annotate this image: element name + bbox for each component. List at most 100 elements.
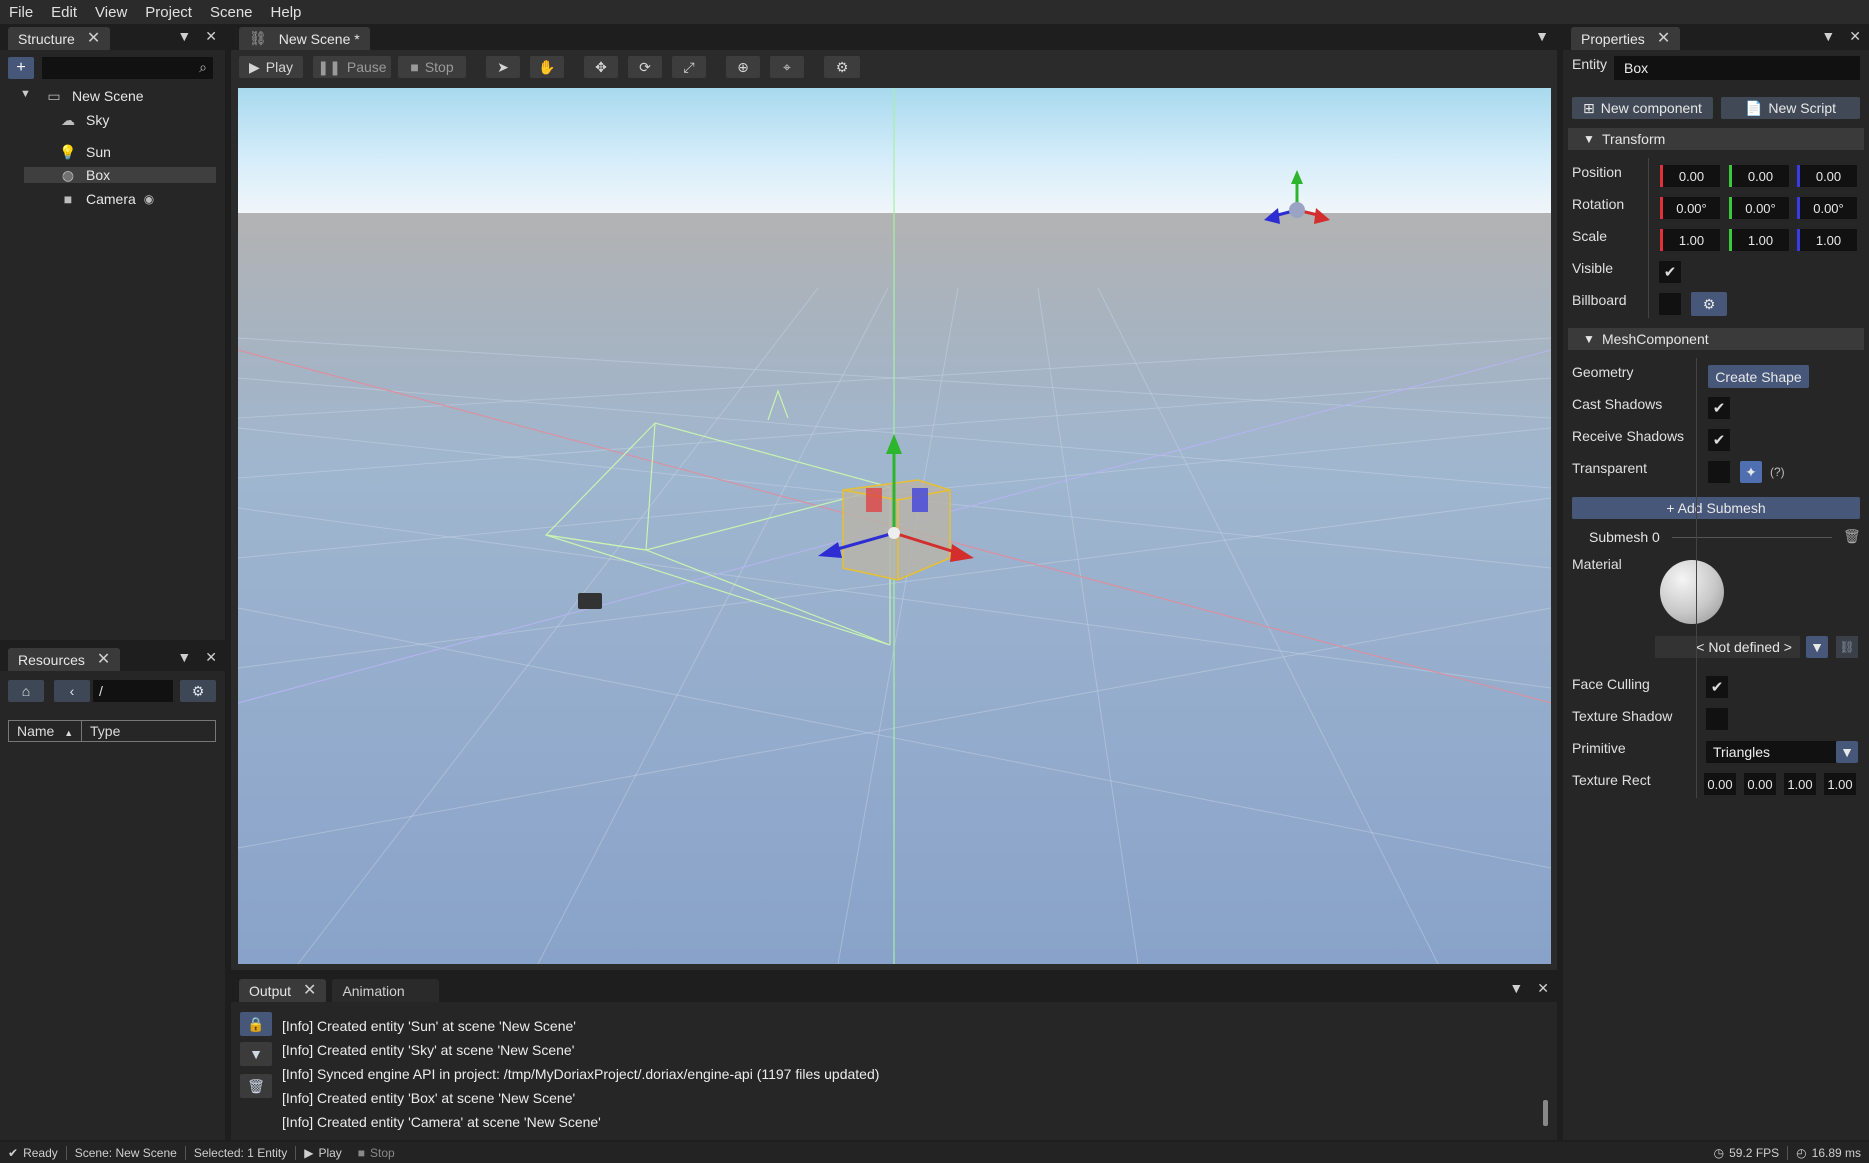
close-icon[interactable]: ✕: [97, 651, 110, 668]
panel-menu-icon[interactable]: ▼: [1509, 980, 1523, 997]
primitive-dropdown-button[interactable]: ▼: [1836, 741, 1858, 763]
stop-button[interactable]: ■ Stop: [398, 56, 466, 78]
tree-expand-icon[interactable]: ▼: [20, 88, 31, 100]
scale-y-input[interactable]: 1.00: [1729, 229, 1789, 251]
rotation-y-input[interactable]: 0.00°: [1729, 197, 1789, 219]
unlink-material-icon[interactable]: ⛓: [1836, 636, 1858, 658]
texture-rect-y-input[interactable]: 0.00: [1744, 773, 1776, 795]
scene-settings-button[interactable]: ⚙: [824, 56, 860, 78]
clear-output-button[interactable]: 🗑: [240, 1074, 272, 1098]
close-icon[interactable]: ✕: [303, 982, 316, 999]
tab-animation[interactable]: Animation: [332, 979, 439, 1002]
output-scrollbar[interactable]: [1543, 1100, 1548, 1126]
tree-item-new-scene[interactable]: ▭ New Scene: [44, 87, 143, 105]
panel-menu-icon[interactable]: ▼: [177, 28, 191, 45]
texture-shadow-checkbox[interactable]: [1706, 708, 1728, 730]
primitive-select[interactable]: Triangles: [1706, 741, 1836, 763]
menu-view[interactable]: View: [86, 4, 136, 21]
close-icon[interactable]: ✕: [205, 28, 217, 45]
tab-new-scene[interactable]: ⛓ New Scene *: [239, 27, 370, 50]
menu-edit[interactable]: Edit: [42, 4, 86, 21]
texture-rect-x-input[interactable]: 0.00: [1704, 773, 1736, 795]
status-play-button[interactable]: ▶ Play: [296, 1146, 350, 1160]
tree-item-label: Sun: [86, 144, 111, 160]
help-icon[interactable]: (?): [1770, 465, 1785, 479]
pause-button[interactable]: ❚❚ Pause: [313, 56, 391, 78]
tree-item-camera[interactable]: ■ Camera ◉: [58, 190, 155, 208]
stop-icon: ■: [357, 1145, 366, 1160]
close-icon[interactable]: ✕: [1849, 28, 1861, 45]
new-component-button[interactable]: ⊞ New component: [1572, 97, 1713, 119]
back-button[interactable]: ‹: [54, 680, 90, 702]
auto-transparent-button[interactable]: ✦: [1740, 461, 1762, 483]
home-button[interactable]: ⌂: [8, 680, 44, 702]
rotation-x-input[interactable]: 0.00°: [1660, 197, 1720, 219]
add-submesh-button[interactable]: + Add Submesh: [1572, 497, 1860, 519]
status-frame-time: ◴ 16.89 ms: [1796, 1145, 1861, 1160]
visible-checkbox[interactable]: ✔: [1659, 261, 1681, 283]
panel-menu-icon[interactable]: ▼: [1821, 28, 1835, 45]
close-icon[interactable]: ✕: [205, 649, 217, 666]
resources-settings-button[interactable]: ⚙: [180, 680, 216, 702]
menu-scene[interactable]: Scene: [201, 4, 262, 21]
mesh-section-header[interactable]: ▼ MeshComponent: [1568, 328, 1864, 350]
tree-item-box[interactable]: ◍ Box: [58, 166, 110, 184]
filter-output-button[interactable]: ▼: [240, 1042, 272, 1066]
global-space-button[interactable]: ⊕: [726, 56, 760, 78]
menu-help[interactable]: Help: [262, 4, 311, 21]
transform-section-header[interactable]: ▼ Transform: [1568, 128, 1864, 150]
scale-tool-button[interactable]: ⤢: [672, 56, 706, 78]
cloud-icon: ☁: [61, 111, 75, 128]
texture-rect-w-input[interactable]: 1.00: [1784, 773, 1816, 795]
move-tool-button[interactable]: ✥: [584, 56, 618, 78]
texture-rect-label: Texture Rect: [1572, 772, 1651, 788]
cast-shadows-checkbox[interactable]: ✔: [1708, 397, 1730, 419]
tree-item-sky[interactable]: ☁ Sky: [58, 111, 109, 129]
scale-x-input[interactable]: 1.00: [1660, 229, 1720, 251]
add-entity-button[interactable]: +: [8, 57, 34, 79]
tab-output[interactable]: Output ✕: [239, 979, 327, 1002]
close-icon[interactable]: ✕: [1657, 30, 1670, 47]
tab-structure-label: Structure: [18, 30, 75, 47]
create-shape-button[interactable]: Create Shape: [1708, 365, 1809, 388]
close-icon[interactable]: ✕: [1537, 980, 1549, 997]
menu-file[interactable]: File: [0, 4, 42, 21]
structure-search-input[interactable]: ⌕: [42, 57, 213, 79]
texture-rect-h-input[interactable]: 1.00: [1824, 773, 1856, 795]
material-dropdown-button[interactable]: ▼: [1806, 636, 1828, 658]
position-z-input[interactable]: 0.00: [1797, 165, 1857, 187]
tab-properties[interactable]: Properties ✕: [1571, 27, 1681, 50]
rotation-z-input[interactable]: 0.00°: [1797, 197, 1857, 219]
panel-menu-icon[interactable]: ▼: [177, 649, 191, 666]
position-x-input[interactable]: 0.00: [1660, 165, 1720, 187]
billboard-checkbox[interactable]: [1659, 293, 1681, 315]
menu-project[interactable]: Project: [136, 4, 201, 21]
path-field[interactable]: /: [93, 680, 173, 702]
tree-item-sun[interactable]: 💡 Sun: [58, 143, 111, 161]
transparent-checkbox[interactable]: [1708, 461, 1730, 483]
tab-resources[interactable]: Resources ✕: [8, 648, 121, 671]
entity-name-input[interactable]: Box: [1614, 56, 1860, 80]
column-name[interactable]: Name ▲: [9, 721, 82, 741]
select-tool-button[interactable]: ➤: [486, 56, 520, 78]
pivot-button[interactable]: ⌖: [770, 56, 804, 78]
hand-tool-button[interactable]: ✋: [530, 56, 564, 78]
panel-menu-icon[interactable]: ▼: [1535, 28, 1549, 44]
delete-submesh-icon[interactable]: 🗑: [1843, 528, 1861, 545]
billboard-settings-button[interactable]: ⚙: [1691, 292, 1727, 316]
scale-z-input[interactable]: 1.00: [1797, 229, 1857, 251]
tab-structure[interactable]: Structure ✕: [8, 27, 111, 50]
play-button[interactable]: ▶ Play: [239, 56, 303, 78]
new-script-button[interactable]: 📄 New Script: [1721, 97, 1860, 119]
receive-shadows-checkbox[interactable]: ✔: [1708, 429, 1730, 451]
status-stop-button[interactable]: ■ Stop: [350, 1146, 403, 1160]
scene-viewport[interactable]: [238, 88, 1551, 964]
lock-output-button[interactable]: 🔒: [240, 1012, 272, 1036]
close-icon[interactable]: ✕: [87, 30, 100, 47]
face-culling-checkbox[interactable]: ✔: [1706, 676, 1728, 698]
column-type[interactable]: Type: [82, 721, 120, 741]
rotate-tool-button[interactable]: ⟳: [628, 56, 662, 78]
position-y-input[interactable]: 0.00: [1729, 165, 1789, 187]
eye-icon[interactable]: ◉: [144, 192, 154, 206]
material-select[interactable]: < Not defined >: [1655, 636, 1800, 658]
